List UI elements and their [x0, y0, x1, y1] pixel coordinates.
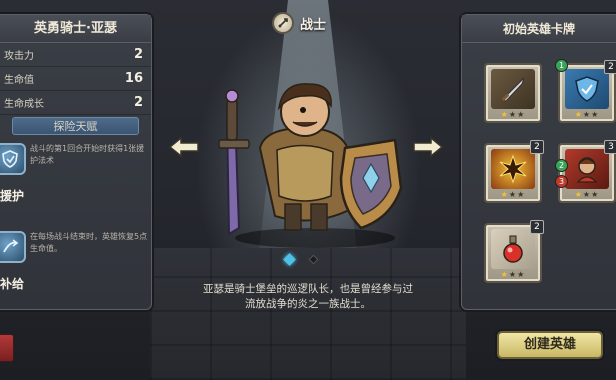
- stage-floor: [150, 248, 466, 380]
- card-sword[interactable]: ★★★: [484, 63, 542, 123]
- back-button[interactable]: [0, 334, 14, 362]
- page-dot[interactable]: [308, 254, 319, 265]
- card-ally[interactable]: 3 2 3 ★★★: [555, 140, 616, 203]
- card-shield[interactable]: 2 1 ★★★: [555, 59, 616, 123]
- stat-row-attack: 攻击力 2: [0, 43, 151, 67]
- class-badge: 战士: [272, 12, 326, 34]
- sword-card-icon: [491, 69, 535, 109]
- stat-row-growth: 生命成长 2: [0, 91, 151, 115]
- talent-description: 在每场战斗结束时，英雄恢复5点生命值。: [30, 232, 148, 253]
- description-line: 流放战争的炎之一族战士。: [245, 298, 371, 310]
- card-badge: 1: [555, 59, 568, 72]
- card-attack: 2: [555, 159, 568, 172]
- card-stars: ★★★: [500, 190, 526, 199]
- previous-hero-button[interactable]: [168, 136, 200, 158]
- stat-label: 生命值: [4, 75, 34, 86]
- starting-cards-panel: 初始英雄卡牌 ★★★ 2 1 ★★★ 2 ★★★ 3 2 3 ★★★ 2 ★★★: [461, 14, 616, 310]
- stat-value: 2: [133, 47, 143, 62]
- talent-name: 补给: [0, 277, 25, 291]
- card-cost: 2: [604, 60, 616, 74]
- card-burst[interactable]: 2 ★★★: [484, 140, 544, 203]
- stat-label: 生命成长: [4, 99, 44, 110]
- card-stars: ★★★: [500, 270, 526, 279]
- burst-card-icon: [491, 149, 535, 189]
- card-stars: ★★★: [574, 190, 600, 199]
- shield-hand-icon: [0, 143, 26, 175]
- hero-description: 亚瑟是骑士堡垒的巡逻队长，也是曾经参与过 流放战争的炎之一族战士。: [176, 282, 440, 312]
- talent-name: 援护: [0, 189, 25, 203]
- talent-header: 探险天赋: [12, 117, 139, 135]
- potion-card-icon: [491, 229, 535, 269]
- card-stars: ★★★: [574, 110, 600, 119]
- shield-card-icon: [565, 69, 609, 109]
- card-cost: 2: [530, 220, 544, 234]
- page-dot-active[interactable]: [283, 253, 296, 266]
- talent-item[interactable]: 在每场战斗结束时，英雄恢复5点生命值。 补给: [0, 227, 151, 315]
- next-hero-button[interactable]: [412, 136, 444, 158]
- hero-portrait: [205, 78, 415, 250]
- stat-row-health: 生命值 16: [0, 67, 151, 91]
- hero-name: 英勇骑士·亚瑟: [0, 15, 151, 43]
- sword-class-icon: [272, 12, 294, 34]
- create-hero-button[interactable]: 创建英雄: [497, 331, 603, 359]
- class-name: 战士: [300, 17, 327, 33]
- card-stars: ★★★: [500, 110, 526, 119]
- talent-item[interactable]: 战斗的第1回合开始时获得1张援护法术 援护: [0, 139, 151, 227]
- ally-card-icon: [565, 149, 609, 189]
- arrow-left-icon: [168, 136, 199, 158]
- talent-description: 战斗的第1回合开始时获得1张援护法术: [30, 144, 145, 165]
- cards-title: 初始英雄卡牌: [462, 15, 616, 43]
- page-indicator: [283, 253, 319, 266]
- card-cost: 3: [604, 140, 616, 154]
- description-line: 亚瑟是骑士堡垒的巡逻队长，也是曾经参与过: [203, 283, 413, 295]
- heal-icon: [0, 231, 26, 263]
- hero-info-panel: 英勇骑士·亚瑟 攻击力 2 生命值 16 生命成长 2 探险天赋 战斗的第1回合…: [0, 14, 152, 310]
- card-cost: 2: [530, 140, 544, 154]
- stat-label: 攻击力: [4, 51, 34, 62]
- stat-value: 16: [124, 71, 143, 86]
- stat-value: 2: [133, 95, 143, 110]
- card-health: 3: [555, 175, 568, 188]
- card-potion[interactable]: 2 ★★★: [484, 220, 544, 283]
- arrow-right-icon: [413, 136, 444, 158]
